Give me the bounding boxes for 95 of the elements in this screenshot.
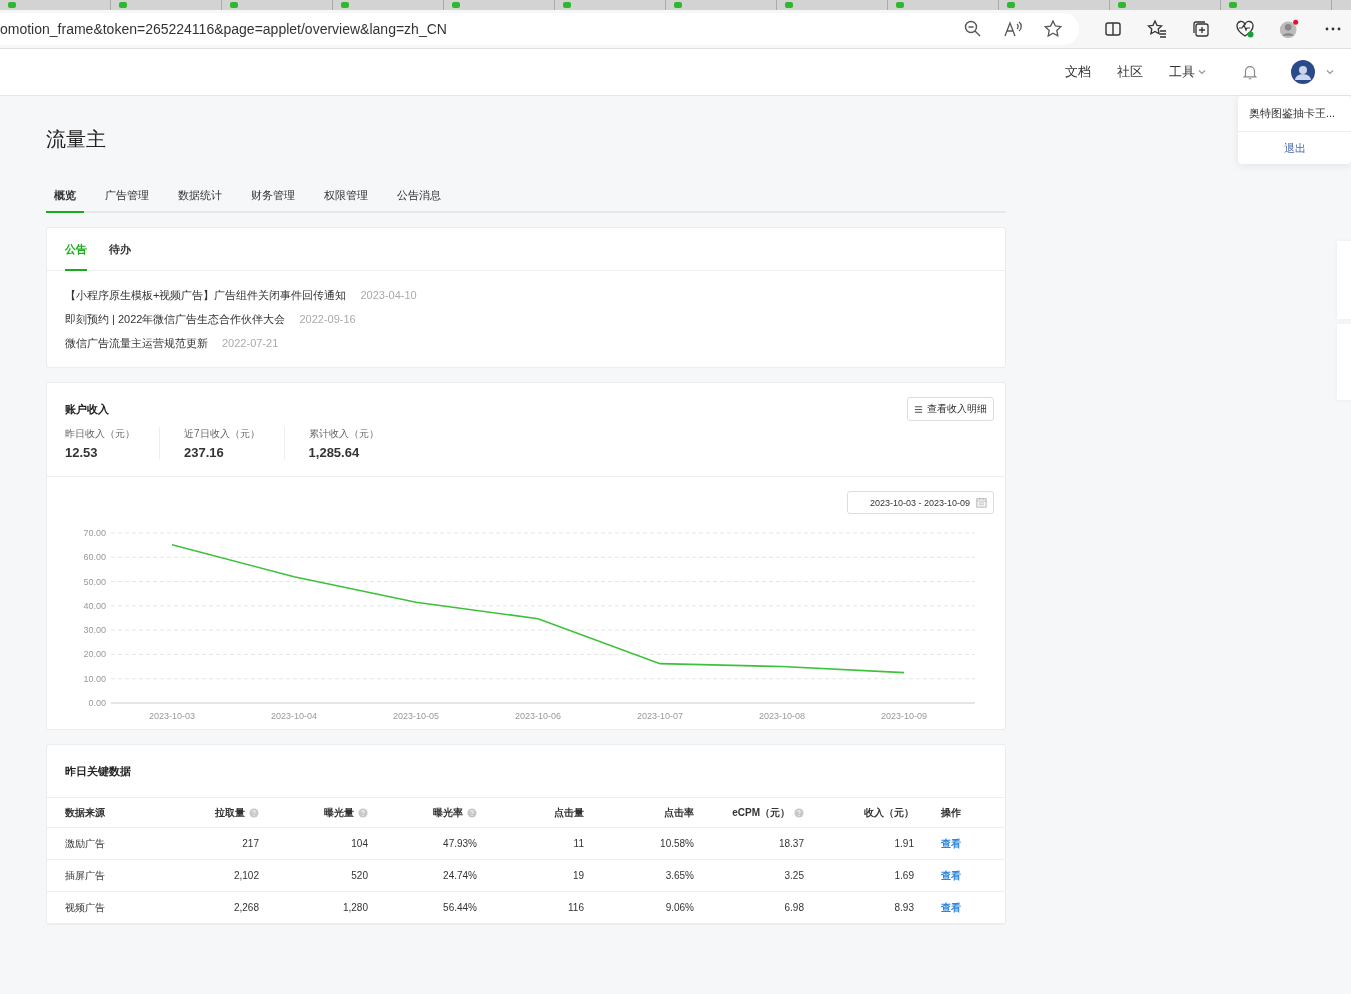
y-tick-label: 40.00 xyxy=(83,600,106,611)
x-tick-label: 2023-10-03 xyxy=(149,711,195,721)
table-cell: 24.74% xyxy=(443,870,477,881)
star-icon[interactable] xyxy=(1043,19,1063,39)
card-title: 账户收入 xyxy=(65,401,109,417)
split-screen-icon[interactable] xyxy=(1103,19,1123,39)
stat-label: 累计收入（元） xyxy=(308,427,379,441)
table-cell: 插屏广告 xyxy=(65,869,105,881)
caret-icon xyxy=(1197,67,1207,77)
list-icon xyxy=(914,404,923,414)
table-cell: 3.65% xyxy=(665,870,694,881)
y-tick-label: 70.00 xyxy=(83,528,106,538)
table-cell: 47.93% xyxy=(443,838,477,849)
view-link[interactable]: 查看 xyxy=(941,869,961,881)
stat-value: 1,285.64 xyxy=(308,445,361,460)
table-cell: 激励广告 xyxy=(65,837,105,849)
table-cell: 11 xyxy=(573,838,584,849)
column-header: 曝光量 xyxy=(324,805,354,820)
y-tick-label: 0.00 xyxy=(88,698,106,708)
table-cell: 9.06% xyxy=(665,902,694,913)
table-cell: 104 xyxy=(351,838,368,849)
table-cell: 217 xyxy=(242,838,259,849)
x-tick-label: 2023-10-06 xyxy=(515,711,561,721)
stat-value: 12.53 xyxy=(65,445,99,460)
date-range-picker[interactable]: 2023-10-03 - 2023-10-09 xyxy=(846,491,994,514)
table-cell: 19 xyxy=(572,870,584,881)
read-aloud-icon[interactable] xyxy=(1003,19,1023,39)
url-text: omotion_frame&token=265224116&page=applet/overview&lang=zh_CN xyxy=(0,21,448,37)
notice-link[interactable]: 微信广告流量主运营规范更新 xyxy=(65,335,208,351)
table-cell: 10.58% xyxy=(660,838,694,849)
table-cell: 2,102 xyxy=(233,870,259,881)
table-cell: 2,268 xyxy=(233,902,259,913)
column-header: 操作 xyxy=(941,805,961,820)
table-cell: 116 xyxy=(568,902,584,913)
table-cell: 56.44% xyxy=(443,902,477,913)
table-cell: 1.69 xyxy=(894,870,914,881)
column-header: 点击率 xyxy=(664,805,694,820)
collections-icon[interactable] xyxy=(1191,19,1211,39)
table-cell: 3.25 xyxy=(784,870,804,881)
income-detail-button[interactable]: 查看收入明细 xyxy=(907,397,994,421)
table-cell: 1,280 xyxy=(342,902,368,913)
column-header: eCPM（元） xyxy=(732,805,790,820)
notice-date: 2023-04-10 xyxy=(360,288,417,303)
notice-date: 2022-07-21 xyxy=(222,336,279,351)
page-title: 流量主 xyxy=(46,127,107,152)
header-link[interactable]: 社区 xyxy=(1117,63,1143,81)
nav-tab[interactable]: 权限管理 xyxy=(316,188,376,213)
nav-tab[interactable]: 广告管理 xyxy=(97,188,157,213)
y-tick-label: 50.00 xyxy=(83,576,106,587)
notice-link[interactable]: 即刻预约 | 2022年微信广告生态合作伙伴大会 xyxy=(65,311,286,327)
avatar[interactable] xyxy=(1291,60,1315,84)
column-header: 收入（元） xyxy=(864,805,914,820)
notice-date: 2022-09-16 xyxy=(299,312,356,327)
stat-label: 昨日收入（元） xyxy=(65,427,135,441)
table-cell: 8.93 xyxy=(894,902,914,913)
tools-menu[interactable]: 工具 xyxy=(1169,63,1207,81)
table-cell: 520 xyxy=(351,870,368,881)
table-cell: 6.98 xyxy=(784,902,804,913)
bell-icon[interactable] xyxy=(1241,63,1259,81)
x-tick-label: 2023-10-04 xyxy=(271,711,317,721)
view-link[interactable]: 查看 xyxy=(941,837,961,849)
table-cell: 视频广告 xyxy=(65,901,105,913)
x-tick-label: 2023-10-07 xyxy=(637,711,683,721)
column-header: 曝光率 xyxy=(433,805,463,820)
nav-tab[interactable]: 概览 xyxy=(46,188,84,213)
y-tick-label: 20.00 xyxy=(83,649,106,660)
logout-link[interactable]: 退出 xyxy=(1238,132,1351,164)
stat-label: 近7日收入（元） xyxy=(184,427,260,441)
notice-tab[interactable]: 待办 xyxy=(109,242,131,271)
column-header: 拉取量 xyxy=(215,805,245,820)
address-bar[interactable]: omotion_frame&token=265224116&page=applet/overview&lang=zh_CN xyxy=(0,13,1079,45)
notice-link[interactable]: 【小程序原生模板+视频广告】广告组件关闭事件回传通知 xyxy=(65,287,347,303)
nav-tab[interactable]: 公告消息 xyxy=(389,188,449,213)
column-header: 点击量 xyxy=(554,805,584,820)
heart-pulse-icon[interactable] xyxy=(1235,19,1255,39)
nav-tab[interactable]: 财务管理 xyxy=(243,188,303,213)
x-tick-label: 2023-10-08 xyxy=(759,711,805,721)
y-tick-label: 30.00 xyxy=(83,625,106,636)
stat-value: 237.16 xyxy=(184,445,225,460)
card-title: 昨日关键数据 xyxy=(65,765,131,777)
calendar-icon xyxy=(976,497,987,508)
favorites-icon[interactable] xyxy=(1147,19,1167,39)
header-link[interactable]: 文档 xyxy=(1065,63,1091,81)
y-tick-label: 10.00 xyxy=(83,673,106,684)
table-cell: 18.37 xyxy=(778,838,804,849)
view-link[interactable]: 查看 xyxy=(941,901,961,913)
x-tick-label: 2023-10-09 xyxy=(881,711,927,721)
zoom-out-icon[interactable] xyxy=(963,19,983,39)
account-name[interactable]: 奥特图鉴抽卡王... xyxy=(1238,96,1351,132)
nav-tab[interactable]: 数据统计 xyxy=(170,188,230,213)
x-tick-label: 2023-10-05 xyxy=(393,711,439,721)
table-cell: 1.91 xyxy=(894,838,914,849)
profile-icon[interactable] xyxy=(1279,19,1299,39)
column-header: 数据来源 xyxy=(65,805,105,820)
y-tick-label: 60.00 xyxy=(83,552,106,563)
